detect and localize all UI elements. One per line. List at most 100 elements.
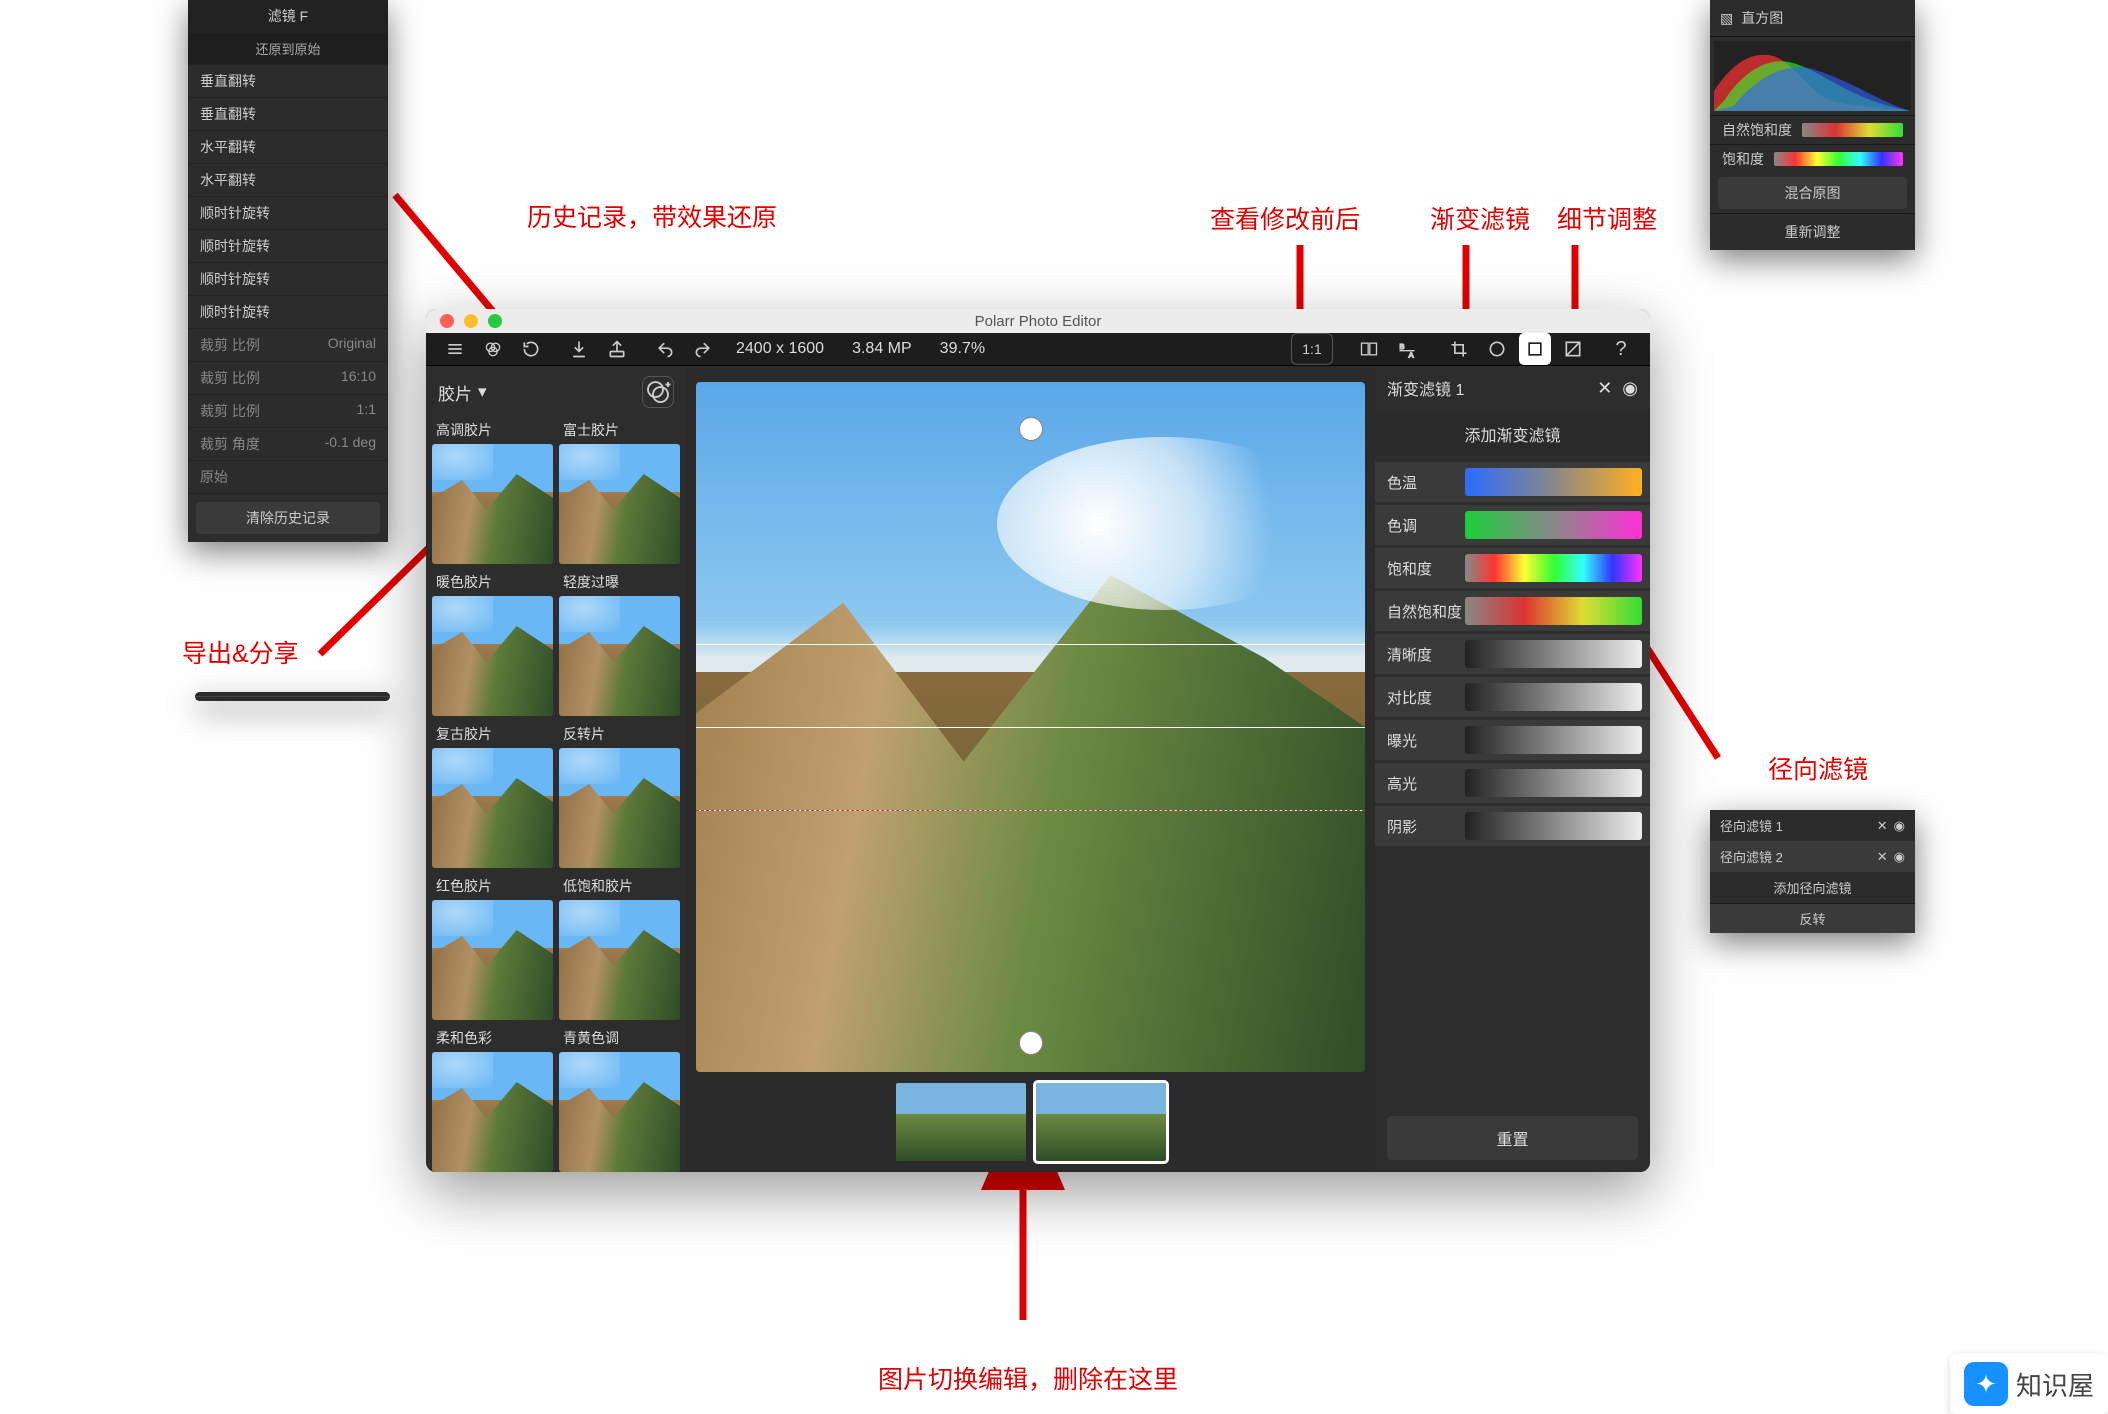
help-icon[interactable]: ? — [1605, 333, 1637, 365]
gradient-handle-top[interactable] — [1019, 417, 1043, 441]
chevron-down-icon: ▾ — [478, 382, 487, 402]
invert-button[interactable]: 反转 — [1710, 903, 1915, 933]
histogram-panel: ▧直方图 自然饱和度 饱和度 混合原图 重新调整 — [1710, 0, 1915, 250]
compare-split-icon[interactable]: BA — [1391, 333, 1423, 365]
filter-label: 暖色胶片 — [432, 570, 553, 596]
slider-对比度[interactable]: 对比度 — [1375, 677, 1650, 717]
filter-label: 富士胶片 — [559, 418, 680, 444]
gradient-guide-bottom[interactable] — [696, 810, 1365, 811]
gradient-guide-mid[interactable] — [696, 727, 1365, 728]
history-entry[interactable]: 顺时针旋转 — [188, 230, 388, 263]
history-entry[interactable]: 水平翻转 — [188, 131, 388, 164]
annotation-history: 历史记录，带效果还原 — [527, 198, 777, 234]
history-entry[interactable]: 垂直翻转 — [188, 98, 388, 131]
history-entry[interactable]: 垂直翻转 — [188, 65, 388, 98]
export-icon[interactable] — [601, 333, 633, 365]
slider-自然饱和度[interactable]: 自然饱和度 — [1375, 591, 1650, 631]
detail-adjust-icon[interactable] — [1557, 333, 1589, 365]
strip-thumb-1[interactable] — [896, 1083, 1026, 1161]
filters-title[interactable]: 胶片 — [438, 380, 472, 405]
filter-thumb[interactable]: 暖色胶片 — [432, 570, 553, 716]
history-entry[interactable]: 水平翻转 — [188, 164, 388, 197]
slider-色温[interactable]: 色温 — [1375, 462, 1650, 502]
undo-icon[interactable] — [649, 333, 681, 365]
filters-sidebar: 胶片 ▾ 高调胶片富士胶片暖色胶片轻度过曝复古胶片反转片红色胶片低饱和胶片柔和色… — [426, 366, 686, 1172]
revert-original[interactable]: 还原到原始 — [188, 33, 388, 65]
history-entry[interactable]: 顺时针旋转 — [188, 263, 388, 296]
filter-thumb[interactable]: 富士胶片 — [559, 418, 680, 564]
visibility-icon[interactable]: ◉ — [1894, 818, 1905, 834]
history-icon[interactable] — [515, 333, 547, 365]
toolbar: 2400 x 1600 3.84 MP 39.7% 1:1 BA ? — [426, 333, 1650, 366]
gradient-panel: 渐变滤镜 1 ✕ ◉ 添加渐变滤镜 色温色调饱和度自然饱和度清晰度对比度曝光高光… — [1375, 366, 1650, 1172]
visibility-icon[interactable]: ◉ — [1622, 378, 1638, 399]
gradient-panel-title: 渐变滤镜 1 — [1387, 376, 1464, 400]
visibility-icon[interactable]: ◉ — [1894, 849, 1905, 865]
window-title: Polarr Photo Editor — [426, 313, 1650, 330]
add-gradient-button[interactable]: 添加渐变滤镜 — [1375, 412, 1650, 456]
import-icon[interactable] — [563, 333, 595, 365]
history-entry[interactable]: 顺时针旋转 — [188, 197, 388, 230]
filter-thumb[interactable]: 复古胶片 — [432, 722, 553, 868]
filter-thumb[interactable]: 青黄色调 — [559, 1026, 680, 1172]
radial-filter-icon[interactable] — [1481, 333, 1513, 365]
saturation-label: 饱和度 — [1722, 149, 1764, 169]
filter-label: 复古胶片 — [432, 722, 553, 748]
blend-original-button[interactable]: 混合原图 — [1718, 177, 1907, 209]
main-image[interactable] — [696, 382, 1365, 1072]
crop-icon[interactable] — [1443, 333, 1475, 365]
ratio-button[interactable]: 1:1 — [1291, 333, 1333, 365]
filter-label: 青黄色调 — [559, 1026, 680, 1052]
info-dimensions: 2400 x 1600 — [736, 340, 824, 358]
slider-曝光[interactable]: 曝光 — [1375, 720, 1650, 760]
filter-label: 红色胶片 — [432, 874, 553, 900]
titlebar: Polarr Photo Editor — [426, 309, 1650, 333]
menu-icon[interactable] — [439, 333, 471, 365]
annotation-gradient: 渐变滤镜 — [1430, 200, 1530, 236]
slider-饱和度[interactable]: 饱和度 — [1375, 548, 1650, 588]
histogram-icon: ▧ — [1720, 10, 1733, 27]
radial-filter-1-label[interactable]: 径向滤镜 1 — [1720, 816, 1783, 835]
annotation-compare: 查看修改前后 — [1210, 200, 1360, 236]
logo-icon: ✦ — [1964, 1362, 2008, 1406]
compare-before-after-icon[interactable] — [1353, 333, 1385, 365]
filter-thumb[interactable]: 高调胶片 — [432, 418, 553, 564]
close-icon[interactable]: ✕ — [1877, 849, 1888, 865]
gradient-guide-top[interactable] — [696, 644, 1365, 645]
history-entry[interactable]: 裁剪 角度-0.1 deg — [188, 428, 388, 461]
add-radial-button[interactable]: 添加径向滤镜 — [1710, 872, 1915, 903]
logo-text: 知识屋 — [2016, 1366, 2094, 1403]
site-logo: ✦ 知识屋 — [1950, 1354, 2108, 1414]
history-entry[interactable]: 原始 — [188, 461, 388, 494]
slider-色调[interactable]: 色调 — [1375, 505, 1650, 545]
history-entry[interactable]: 裁剪 比例16:10 — [188, 362, 388, 395]
svg-text:B: B — [1400, 342, 1405, 351]
readjust-button[interactable]: 重新调整 — [1710, 213, 1915, 250]
filter-label: 高调胶片 — [432, 418, 553, 444]
slider-高光[interactable]: 高光 — [1375, 763, 1650, 803]
gradient-handle-bottom[interactable] — [1019, 1031, 1043, 1055]
slider-清晰度[interactable]: 清晰度 — [1375, 634, 1650, 674]
close-icon[interactable]: ✕ — [1877, 818, 1888, 834]
close-icon[interactable]: ✕ — [1587, 378, 1622, 399]
gradient-filter-icon[interactable] — [1519, 333, 1551, 365]
slider-阴影[interactable]: 阴影 — [1375, 806, 1650, 846]
reset-button[interactable]: 重置 — [1387, 1116, 1638, 1160]
filter-thumb[interactable]: 柔和色彩 — [432, 1026, 553, 1172]
vibrance-label: 自然饱和度 — [1722, 120, 1792, 140]
filters-icon[interactable] — [477, 333, 509, 365]
strip-thumb-2[interactable] — [1036, 1083, 1166, 1161]
history-entry[interactable]: 裁剪 比例1:1 — [188, 395, 388, 428]
filter-thumb[interactable]: 轻度过曝 — [559, 570, 680, 716]
filter-thumb[interactable]: 低饱和胶片 — [559, 874, 680, 1020]
filter-thumb[interactable]: 红色胶片 — [432, 874, 553, 1020]
info-megapixels: 3.84 MP — [852, 340, 912, 358]
clear-history-button[interactable]: 清除历史记录 — [196, 502, 380, 534]
history-entry[interactable]: 裁剪 比例Original — [188, 329, 388, 362]
radial-filter-2-label[interactable]: 径向滤镜 2 — [1720, 847, 1783, 866]
filter-thumb[interactable]: 反转片 — [559, 722, 680, 868]
history-entry[interactable]: 顺时针旋转 — [188, 296, 388, 329]
add-filter-icon[interactable] — [642, 376, 674, 408]
annotation-radial: 径向滤镜 — [1768, 750, 1868, 786]
redo-icon[interactable] — [687, 333, 719, 365]
